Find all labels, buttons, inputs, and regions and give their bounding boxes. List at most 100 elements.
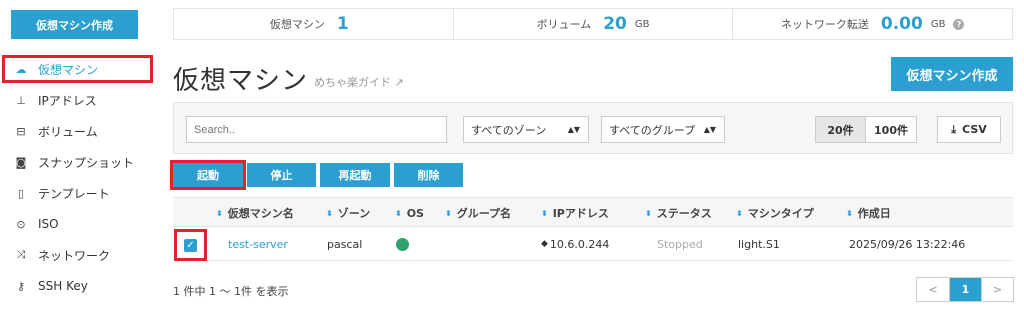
key-icon: ⚷ — [16, 279, 26, 293]
sidebar-item-label: ネットワーク — [38, 248, 111, 263]
zone-select-value: すべてのゾーン — [471, 123, 547, 137]
col-label: グループ名 — [456, 207, 512, 220]
sidebar-item-ssh-key[interactable]: ⚷ SSH Key — [8, 272, 153, 300]
sort-icon: ⬍ — [736, 208, 743, 218]
updown-caret-icon: ▲▼ — [567, 125, 580, 134]
stat-transfer: ネットワーク転送 0.00 GB ? — [733, 9, 1012, 39]
guide-link[interactable]: めちゃ楽ガイド ↗ — [314, 74, 404, 90]
sidebar-item-template[interactable]: ▯ テンプレート — [8, 179, 153, 207]
stat-vm-count: 1 — [336, 14, 349, 34]
col-label: ゾーン — [337, 207, 371, 220]
shuffle-icon: ⤨ — [16, 248, 26, 261]
pagination: < 1 > — [916, 277, 1014, 302]
sidebar-item-label: 仮想マシン — [38, 62, 99, 77]
stat-transfer-unit: GB — [930, 18, 946, 30]
sidebar-item-iso[interactable]: ⊙ ISO — [8, 210, 153, 238]
stop-button[interactable]: 停止 — [247, 163, 316, 187]
csv-label: CSV — [962, 123, 987, 136]
camera-icon: ◙ — [15, 155, 27, 169]
stat-volume-unit: GB — [634, 18, 650, 30]
pagination-summary: 1 件中 1 ～ 1件 を表示 — [173, 285, 289, 298]
sidebar-item-vm[interactable]: ☁ 仮想マシン — [2, 55, 153, 83]
col-label: ステータス — [656, 207, 712, 220]
page-1-button[interactable]: 1 — [949, 278, 981, 301]
vm-ip: ◆ 10.6.0.244 — [541, 227, 609, 261]
sort-icon: ⬍ — [645, 208, 652, 218]
delete-button[interactable]: 削除 — [394, 163, 463, 187]
search-input[interactable] — [186, 116, 447, 143]
vm-status: Stopped — [657, 237, 703, 251]
sidebar: 仮想マシン作成 ☁ 仮想マシン ⊥ IPアドレス ⊟ ボリューム ◙ スナップシ… — [0, 0, 160, 310]
vm-type: light.S1 — [738, 237, 780, 251]
page-size-toggle: 20件 100件 — [815, 116, 917, 143]
sidebar-item-network[interactable]: ⤨ ネットワーク — [8, 241, 153, 269]
cloud-icon: ☁ — [15, 62, 27, 76]
help-icon[interactable]: ? — [953, 18, 965, 30]
row-checkbox[interactable]: ✓ — [174, 229, 207, 261]
col-created[interactable]: ⬍ 作成日 — [846, 198, 891, 228]
sort-icon: ⬍ — [445, 208, 452, 218]
col-label: IPアドレス — [552, 207, 609, 220]
filter-panel: すべてのゾーン ▲▼ すべてのグループ ▲▼ 20件 100件 ⤓ CSV — [173, 102, 1013, 154]
vm-os — [396, 227, 409, 261]
stat-transfer-value: 0.00 — [880, 14, 923, 34]
sidebar-item-volume[interactable]: ⊟ ボリューム — [8, 117, 153, 145]
file-icon: ▯ — [17, 186, 25, 200]
col-status[interactable]: ⬍ ステータス — [645, 198, 712, 228]
create-vm-button[interactable]: 仮想マシン作成 — [891, 57, 1013, 91]
page-size-20[interactable]: 20件 — [816, 117, 866, 142]
external-link-icon: ↗ — [394, 76, 404, 89]
vm-ip-value: 10.6.0.244 — [549, 237, 610, 251]
sidebar-item-snapshot[interactable]: ◙ スナップショット — [8, 148, 153, 176]
updown-caret-icon: ▲▼ — [703, 125, 716, 134]
group-select-value: すべてのグループ — [609, 123, 696, 137]
sort-icon: ⬍ — [541, 208, 548, 218]
page-size-100[interactable]: 100件 — [866, 117, 916, 142]
sort-icon: ⬍ — [846, 208, 853, 218]
page-title: 仮想マシン — [173, 66, 309, 96]
stat-volume-value: 20 — [603, 14, 627, 34]
vm-name-link[interactable]: test-server — [228, 227, 288, 261]
group-select[interactable]: すべてのグループ ▲▼ — [601, 116, 725, 143]
prev-page-button[interactable]: < — [917, 278, 949, 301]
col-type[interactable]: ⬍ マシンタイプ — [736, 198, 814, 228]
zone-select[interactable]: すべてのゾーン ▲▼ — [463, 116, 589, 143]
sidebar-item-label: ISO — [38, 217, 59, 231]
tag-icon: ◆ — [541, 239, 548, 249]
col-label: 仮想マシン名 — [227, 207, 294, 220]
sidebar-item-label: SSH Key — [38, 279, 88, 293]
col-group[interactable]: ⬍ グループ名 — [445, 198, 511, 228]
stat-transfer-label: ネットワーク転送 — [780, 18, 869, 31]
sidebar-create-vm-button[interactable]: 仮想マシン作成 — [11, 10, 138, 39]
col-zone[interactable]: ⬍ ゾーン — [326, 198, 370, 228]
col-os[interactable]: ⬍ OS — [395, 198, 424, 228]
os-logo-icon — [396, 237, 409, 251]
table-header: ⬍ 仮想マシン名 ⬍ ゾーン ⬍ OS ⬍ グループ名 ⬍ IPアドレス ⬍ ステータス ⬍… — [173, 197, 1013, 227]
sidebar-item-label: IPアドレス — [38, 93, 97, 108]
stat-volume: ボリューム 20 GB — [454, 9, 734, 39]
col-ip[interactable]: ⬍ IPアドレス — [541, 198, 609, 228]
sort-icon: ⬍ — [395, 208, 402, 218]
sidebar-item-label: スナップショット — [38, 155, 135, 170]
csv-download-button[interactable]: ⤓ CSV — [937, 116, 1001, 143]
col-label: マシンタイプ — [747, 207, 814, 220]
sort-icon: ⬍ — [326, 208, 333, 218]
start-button[interactable]: 起動 — [170, 160, 246, 190]
col-label: 作成日 — [857, 207, 891, 220]
vm-zone: pascal — [327, 237, 363, 251]
drive-icon: ⊟ — [16, 124, 26, 138]
sitemap-icon: ⊥ — [16, 93, 26, 107]
next-page-button[interactable]: > — [981, 278, 1013, 301]
restart-button[interactable]: 再起動 — [320, 163, 390, 187]
sidebar-item-label: ボリューム — [38, 124, 98, 139]
stat-vm-label: 仮想マシン — [269, 18, 325, 31]
stat-vm: 仮想マシン 1 — [174, 9, 454, 39]
disc-icon: ⊙ — [16, 217, 26, 231]
stats-bar: 仮想マシン 1 ボリューム 20 GB ネットワーク転送 0.00 GB ? — [173, 8, 1013, 40]
guide-link-label: めちゃ楽ガイド — [314, 76, 391, 89]
table-row[interactable]: ✓ test-server pascal ◆ 10.6.0.244 Stoppe… — [173, 227, 1013, 261]
sort-icon: ⬍ — [216, 208, 223, 218]
col-name[interactable]: ⬍ 仮想マシン名 — [216, 198, 294, 228]
sidebar-item-ip[interactable]: ⊥ IPアドレス — [8, 86, 153, 114]
sidebar-item-label: テンプレート — [38, 186, 110, 201]
